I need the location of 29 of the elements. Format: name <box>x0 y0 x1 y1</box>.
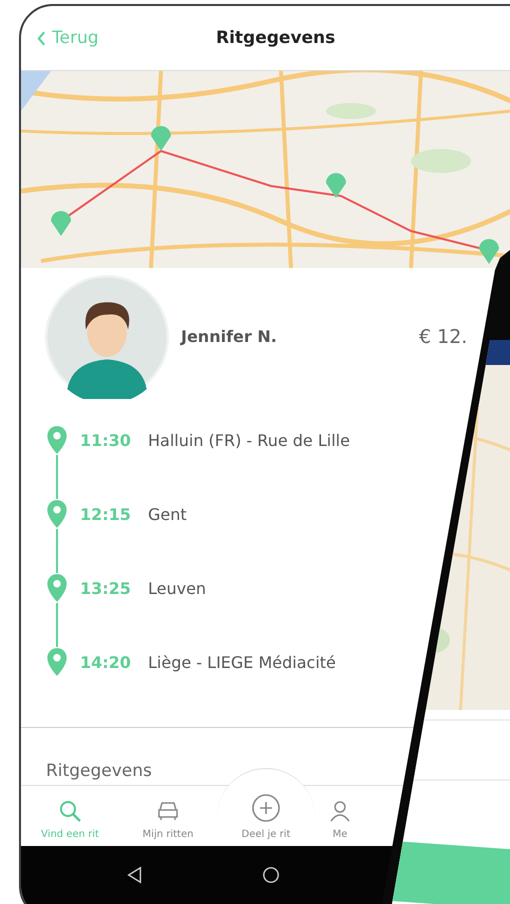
stop-time: 11:30 <box>80 430 132 450</box>
add-icon <box>251 793 281 823</box>
location-pin-icon <box>46 647 68 677</box>
nav-tab[interactable]: Vind een rit <box>21 786 119 846</box>
section-title: Ritgegevens <box>46 761 152 781</box>
connector-line <box>56 529 58 573</box>
stop-time: 14:20 <box>80 652 132 672</box>
back-button[interactable]: Terug <box>37 28 99 48</box>
location-pin-icon <box>46 573 68 603</box>
connector-line <box>56 455 58 499</box>
home-icon[interactable] <box>262 866 280 884</box>
location-pin-icon <box>46 499 68 529</box>
person-icon <box>328 799 352 823</box>
stop-place: Leuven <box>148 578 206 598</box>
screen-title: Ritgegevens <box>216 28 336 48</box>
price: € 12. <box>419 326 468 348</box>
stop-time: 12:15 <box>80 504 132 524</box>
search-icon <box>58 799 82 823</box>
stop-place: Liège - LIEGE Médiacité <box>148 652 336 672</box>
stop-place: Gent <box>148 504 187 524</box>
nav-tab[interactable]: Me <box>315 786 365 846</box>
connector-line <box>56 603 58 647</box>
driver-name: Jennifer N. <box>181 327 278 346</box>
chevron-left-icon <box>37 30 46 46</box>
nav-tab[interactable]: Mijn ritten <box>119 786 217 846</box>
location-pin-icon <box>46 425 68 455</box>
back-icon[interactable] <box>126 866 144 884</box>
stop-place: Halluin (FR) - Rue de Lille <box>148 430 350 450</box>
stop-time: 13:25 <box>80 578 132 598</box>
